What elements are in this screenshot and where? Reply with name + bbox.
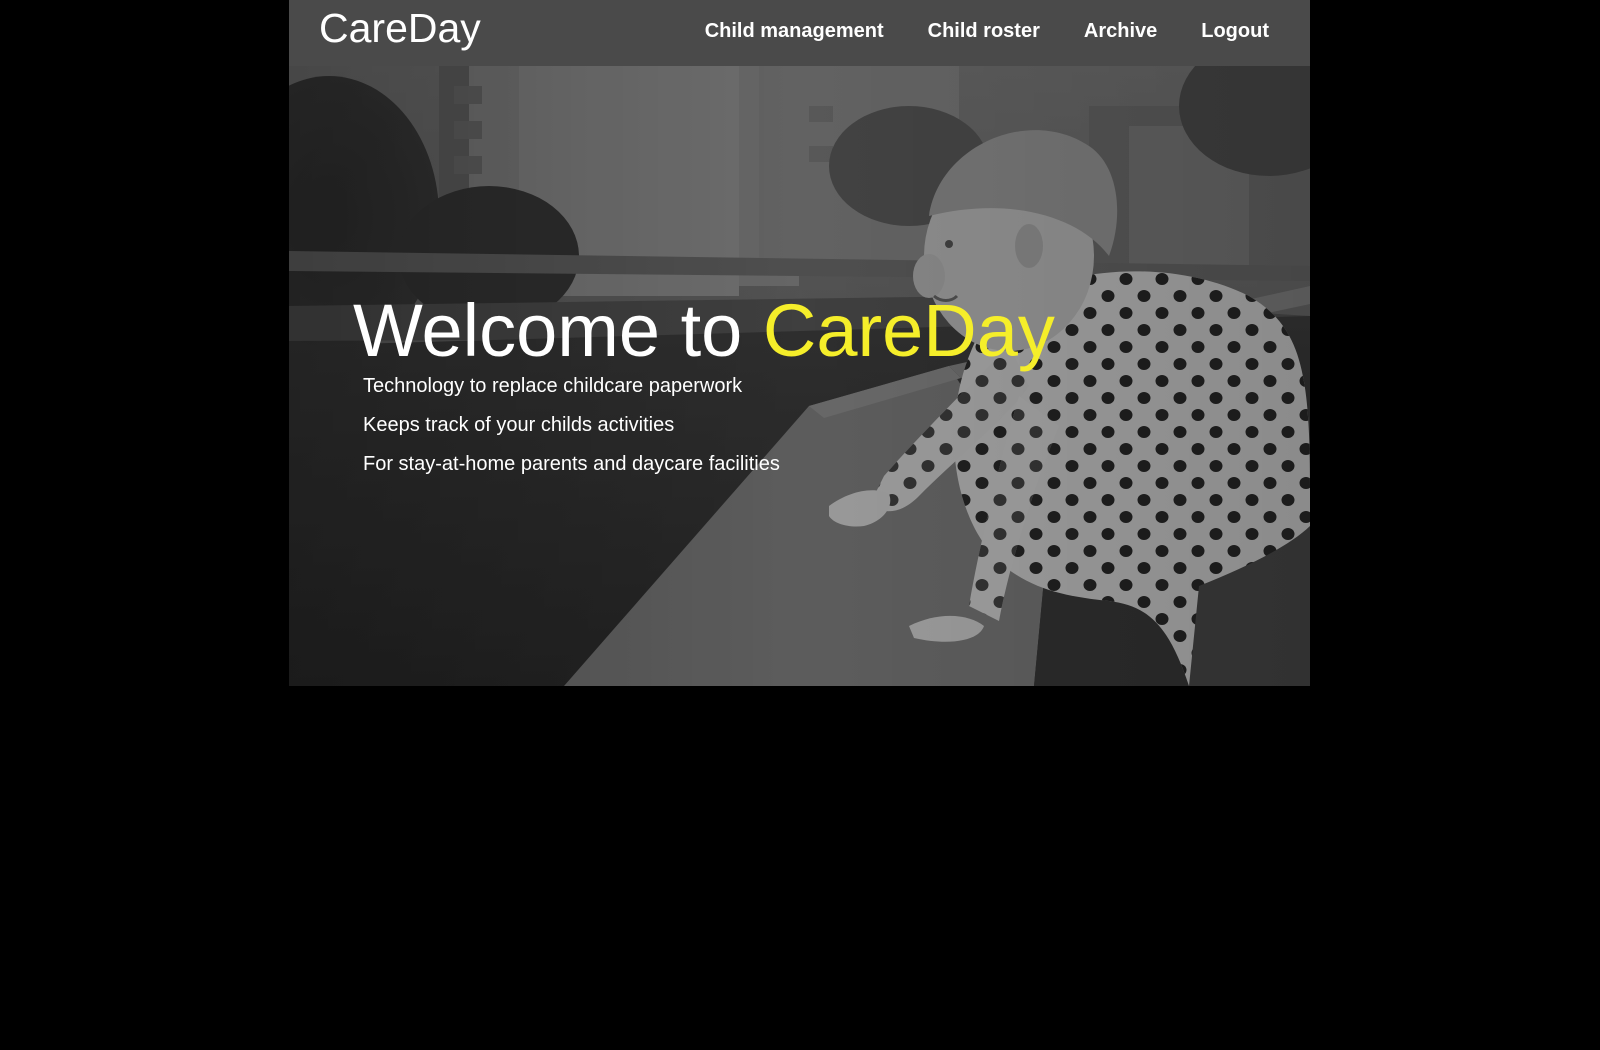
nav-link-child-roster[interactable]: Child roster [928,19,1040,43]
top-navbar: CareDay Child management Child roster Ar… [289,0,1310,66]
hero-title-brand: CareDay [762,289,1055,372]
brand-logo-link[interactable]: CareDay [319,4,481,52]
hero-title-prefix: Welcome to [353,289,763,372]
nav-link-archive[interactable]: Archive [1084,19,1157,43]
tagline-item: Keeps track of your childs activities [363,414,675,436]
nav-link-logout[interactable]: Logout [1201,19,1269,43]
nav-link-child-management[interactable]: Child management [705,19,884,43]
tagline-item: Technology to replace childcare paperwor… [363,375,743,397]
hero-section: Welcome to CareDay Technology to replace… [289,66,1310,686]
nav-links: Child management Child roster Archive Lo… [705,0,1269,62]
tagline-item: For stay-at-home parents and daycare fac… [363,453,780,475]
app-window: CareDay Child management Child roster Ar… [289,0,1310,686]
hero-title: Welcome to CareDay [353,288,1055,374]
hero-text-block: Welcome to CareDay Technology to replace… [353,288,1055,491]
tagline-list: Technology to replace childcare paperwor… [363,374,1055,476]
